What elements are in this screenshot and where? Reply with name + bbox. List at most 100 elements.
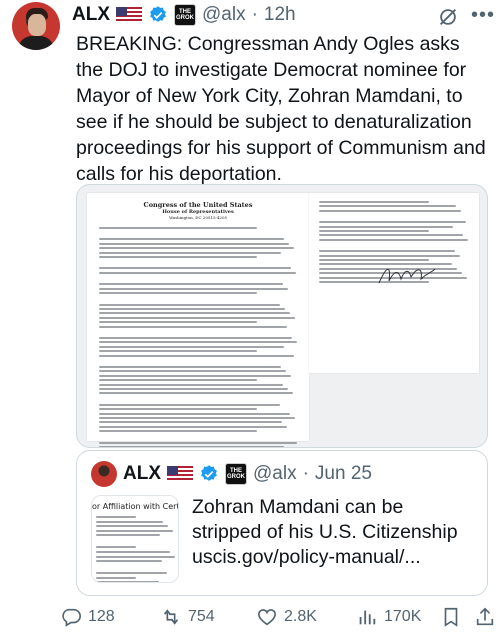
- document-text-line: [319, 259, 429, 262]
- document-text-line: [99, 341, 297, 344]
- thumbnail-heading: or Affiliation with Certain Orga: [92, 502, 178, 511]
- quoted-tweet[interactable]: ALX THE GROK @alx · Jun 25 or Affiliation…: [76, 450, 488, 596]
- document-text-line: [99, 417, 295, 420]
- like-count: 2.8K: [284, 608, 317, 625]
- views-button[interactable]: 170K: [356, 606, 421, 628]
- letterhead-title: Congress of the United States: [143, 201, 253, 209]
- tweet-text: BREAKING: Congressman Andy Ogles asks th…: [76, 33, 486, 185]
- document-text-line: [319, 250, 455, 253]
- document-text-line: [99, 350, 257, 353]
- reply-count: 128: [88, 608, 115, 625]
- document-text-line: [96, 576, 136, 579]
- document-text-line: [99, 441, 297, 444]
- quoted-avatar[interactable]: [91, 461, 117, 487]
- document-text-line: [99, 238, 284, 241]
- action-bar: 128 754 2.8K 170K: [60, 606, 500, 632]
- document-text-line: [99, 379, 257, 382]
- quoted-handle: @alx: [253, 463, 297, 484]
- document-text-line: [99, 242, 289, 245]
- like-button[interactable]: 2.8K: [256, 606, 317, 628]
- document-text-line: [96, 525, 168, 528]
- verified-badge-icon: [201, 465, 217, 481]
- heart-icon: [257, 609, 277, 626]
- document-text-line: [99, 421, 282, 424]
- document-text-line: [99, 271, 296, 274]
- document-text-line: [99, 247, 294, 250]
- quoted-timestamp: Jun 25: [314, 463, 372, 484]
- views-icon: [359, 610, 376, 625]
- document-text-line: [99, 316, 295, 319]
- document-text-line: [99, 307, 285, 310]
- avatar[interactable]: [12, 2, 60, 50]
- separator: ·: [302, 463, 309, 484]
- author-handle[interactable]: @alx: [202, 4, 246, 26]
- document-text-line: [99, 354, 294, 357]
- repost-count: 754: [188, 608, 215, 625]
- document-text-line: [96, 529, 173, 532]
- repost-button[interactable]: 754: [160, 606, 215, 628]
- separator: ·: [251, 4, 258, 25]
- affiliate-badge-icon[interactable]: THE GROK: [174, 4, 196, 26]
- document-text-line: [99, 345, 284, 348]
- document-text-line: [99, 388, 288, 391]
- timestamp[interactable]: 12h: [264, 4, 296, 26]
- more-icon[interactable]: •••: [471, 4, 495, 27]
- document-text-line: [99, 412, 290, 415]
- document-text-line: [99, 303, 280, 306]
- document-text-line: [319, 221, 466, 224]
- document-text-line: [99, 370, 286, 373]
- document-text-line: [99, 430, 257, 433]
- tweet-header: ALX THE GROK @alx · 12h: [72, 2, 296, 28]
- share-button[interactable]: [474, 606, 496, 628]
- letter-page-2: [309, 193, 479, 373]
- document-text-line: [96, 560, 162, 563]
- signature-image: [378, 268, 436, 284]
- flag-us-icon: [167, 466, 193, 482]
- document-text-line: [99, 292, 257, 295]
- document-text-line: [99, 325, 287, 328]
- document-text-line: [96, 555, 175, 558]
- document-text-line: [319, 225, 453, 228]
- document-text-line: [99, 283, 283, 286]
- document-text-line: [96, 520, 163, 523]
- share-icon: [476, 607, 494, 626]
- letterhead-address: Washington, DC 20515-4205: [168, 215, 228, 220]
- quoted-thumbnail: or Affiliation with Certain Orga: [91, 495, 179, 583]
- document-text-line: [96, 581, 159, 582]
- document-text-line: [99, 425, 287, 428]
- reply-icon: [62, 608, 81, 627]
- attached-image[interactable]: Congress of the United States House of R…: [76, 184, 488, 448]
- quoted-text: Zohran Mamdani can be stripped of his U.…: [192, 496, 458, 568]
- document-text-line: [99, 403, 280, 406]
- document-text-line: [99, 267, 291, 270]
- views-count: 170K: [384, 608, 422, 625]
- document-text-line: [99, 408, 257, 411]
- document-text-line: [319, 230, 429, 233]
- document-text-line: [99, 312, 290, 315]
- document-text-line: [319, 254, 460, 257]
- grok-icon[interactable]: [437, 6, 459, 28]
- document-text-line: [99, 337, 292, 339]
- document-text-line: [99, 383, 283, 386]
- bookmark-icon: [444, 607, 458, 627]
- author-name[interactable]: ALX: [72, 4, 110, 26]
- document-text-line: [96, 572, 167, 575]
- document-text-line: [99, 374, 291, 377]
- repost-icon: [163, 609, 179, 625]
- document-text-line: [319, 201, 429, 203]
- document-text-line: [99, 256, 257, 259]
- document-text-line: [319, 209, 461, 212]
- document-text-line: [99, 366, 281, 369]
- quoted-author-name[interactable]: ALX: [123, 463, 161, 485]
- document-text-line: [99, 287, 288, 290]
- verified-badge-icon[interactable]: [148, 5, 168, 25]
- document-text-line: [319, 238, 468, 241]
- document-text-line: [99, 446, 284, 447]
- bookmark-button[interactable]: [440, 606, 462, 628]
- affiliate-badge-icon: THE GROK: [225, 463, 247, 485]
- reply-button[interactable]: 128: [60, 606, 115, 628]
- document-text-line: [99, 251, 281, 254]
- document-text-line: [99, 227, 257, 229]
- flag-us-icon: [116, 7, 142, 23]
- document-text-line: [96, 534, 160, 537]
